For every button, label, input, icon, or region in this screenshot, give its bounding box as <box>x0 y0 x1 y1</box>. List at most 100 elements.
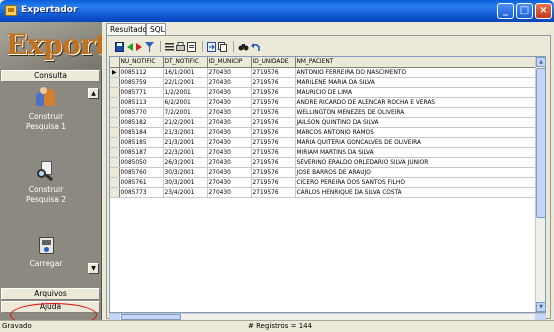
table-cell[interactable]: 16/1/2001 <box>163 67 208 78</box>
table-row[interactable]: 0085113 6/2/2001 270430 2719576 ANDRE RICARD… <box>110 97 536 108</box>
table-cell[interactable]: 2719576 <box>251 147 296 158</box>
table-cell[interactable]: 0085760 <box>119 167 164 178</box>
save-icon[interactable] <box>115 41 124 52</box>
scroll-up-arrow-icon[interactable]: ▲ <box>536 57 545 67</box>
row-indicator[interactable] <box>110 137 120 148</box>
table-cell[interactable]: 0085184 <box>119 127 164 138</box>
row-indicator[interactable] <box>110 87 120 98</box>
table-cell[interactable]: 2719576 <box>251 67 296 78</box>
row-indicator[interactable] <box>110 77 120 88</box>
table-row[interactable]: 0085771 1/2/2001 270430 2719576 MAURICIO DE … <box>110 87 536 98</box>
row-indicator[interactable] <box>110 147 120 158</box>
row-indicator[interactable] <box>110 97 120 108</box>
table-cell[interactable]: CARLOS HENRIQUE DA SILVA COSTA <box>295 187 536 198</box>
table-row[interactable]: 0085773 23/4/2001 270430 2719576 CARLOS HENR… <box>110 187 536 198</box>
undo-icon[interactable] <box>251 42 260 52</box>
table-cell[interactable]: 270430 <box>207 117 252 128</box>
grid-vertical-scrollbar[interactable]: ▲ ▼ <box>535 57 545 312</box>
table-cell[interactable]: JOSE BARROS DE ARAUJO <box>295 167 536 178</box>
table-row[interactable]: 0085770 7/2/2001 270430 2719576 WELLINGTON M… <box>110 107 536 118</box>
table-cell[interactable]: 22/1/2001 <box>163 77 208 88</box>
table-row[interactable]: 0085761 30/3/2001 270430 2719576 CICERO PERE… <box>110 177 536 188</box>
table-cell[interactable]: 270430 <box>207 167 252 178</box>
results-grid[interactable]: NU_NOTIFIC DT_NOTIFIC ID_MUNICIP ID_UNID… <box>109 56 546 313</box>
navigate-icon[interactable] <box>126 42 143 52</box>
table-cell[interactable]: 2719576 <box>251 167 296 178</box>
table-cell[interactable]: 0085761 <box>119 177 164 188</box>
table-cell[interactable]: 0085113 <box>119 97 164 108</box>
table-cell[interactable]: ANTONIO FERREIRA DO NASCIMENTO <box>295 67 536 78</box>
copy-icon[interactable] <box>218 41 227 52</box>
table-cell[interactable]: 22/3/2001 <box>163 147 208 158</box>
table-row[interactable]: 0085182 21/2/2001 270430 2719576 JAILSON QUI… <box>110 117 536 128</box>
row-indicator[interactable] <box>110 157 120 168</box>
table-cell[interactable]: CICERO PEREIRA DOS SANTOS FILHO <box>295 177 536 188</box>
consulta-group-button[interactable]: Consulta <box>1 70 100 82</box>
table-cell[interactable]: 270430 <box>207 147 252 158</box>
table-cell[interactable]: 270430 <box>207 157 252 168</box>
table-cell[interactable]: MARILENE MARIA DA SILVA <box>295 77 536 88</box>
column-header[interactable]: NU_NOTIFIC <box>119 57 164 68</box>
scroll-down-arrow-icon[interactable]: ▼ <box>536 302 545 312</box>
construir-pesquisa-1-button[interactable]: Construir Pesquisa 1 <box>1 87 91 132</box>
table-cell[interactable]: 2719576 <box>251 127 296 138</box>
maximize-button[interactable]: □ <box>516 3 533 19</box>
sidebar-scroll-down-button[interactable]: ▼ <box>88 263 99 274</box>
table-cell[interactable]: WELLINGTON MENEZES DE OLIVEIRA <box>295 107 536 118</box>
print-icon[interactable] <box>176 41 185 52</box>
table-cell[interactable]: 23/4/2001 <box>163 187 208 198</box>
binoculars-icon[interactable] <box>238 42 249 52</box>
tab-resultado[interactable]: Resultado <box>106 23 147 35</box>
scroll-thumb[interactable] <box>536 68 545 218</box>
table-cell[interactable]: 21/2/2001 <box>163 117 208 128</box>
table-cell[interactable]: MAURICIO DE LIMA <box>295 87 536 98</box>
sidebar-scroll-up-button[interactable]: ▲ <box>88 88 99 99</box>
row-indicator[interactable] <box>110 117 120 128</box>
table-cell[interactable]: 270430 <box>207 97 252 108</box>
table-cell[interactable]: 7/2/2001 <box>163 107 208 118</box>
table-cell[interactable]: 270430 <box>207 177 252 188</box>
row-indicator[interactable] <box>110 187 120 198</box>
table-cell[interactable]: 2719576 <box>251 107 296 118</box>
table-cell[interactable]: 270430 <box>207 107 252 118</box>
table-cell[interactable]: 0085771 <box>119 87 164 98</box>
table-cell[interactable]: 21/3/2001 <box>163 127 208 138</box>
title-bar[interactable]: Expertador _ □ × <box>0 0 554 22</box>
column-header[interactable]: NM_PACIENT <box>295 57 536 68</box>
table-cell[interactable]: 0085773 <box>119 187 164 198</box>
close-button[interactable]: × <box>535 3 552 19</box>
table-cell[interactable]: 0085770 <box>119 107 164 118</box>
table-cell[interactable]: 2719576 <box>251 177 296 188</box>
column-header[interactable]: ID_UNIDADE <box>251 57 296 68</box>
table-cell[interactable]: MARIA QUITERIA GONCALVES DE OLIVEIRA <box>295 137 536 148</box>
table-cell[interactable]: 30/3/2001 <box>163 177 208 188</box>
table-cell[interactable]: JAILSON QUINTINO DA SILVA <box>295 117 536 128</box>
table-row[interactable]: 0085050 26/3/2001 270430 2719576 SEVERINO ER… <box>110 157 536 168</box>
table-cell[interactable]: 2719576 <box>251 117 296 128</box>
table-cell[interactable]: 270430 <box>207 77 252 88</box>
table-cell[interactable]: 30/3/2001 <box>163 167 208 178</box>
table-row[interactable]: 0085760 30/3/2001 270430 2719576 JOSE BARROS… <box>110 167 536 178</box>
table-row[interactable]: ▶ 0085112 16/1/2001 270430 2719576 ANTONIO FE… <box>110 67 536 78</box>
table-cell[interactable]: 270430 <box>207 67 252 78</box>
table-row[interactable]: 0085759 22/1/2001 270430 2719576 MARILENE MA… <box>110 77 536 88</box>
table-cell[interactable]: 2719576 <box>251 137 296 148</box>
construir-pesquisa-2-button[interactable]: Construir Pesquisa 2 <box>1 160 91 205</box>
table-cell[interactable]: 270430 <box>207 87 252 98</box>
column-header[interactable]: ID_MUNICIP <box>207 57 252 68</box>
table-cell[interactable]: 1/2/2001 <box>163 87 208 98</box>
carregar-button[interactable]: Carregar <box>1 234 91 269</box>
row-indicator[interactable] <box>110 107 120 118</box>
table-cell[interactable]: 2719576 <box>251 157 296 168</box>
table-row[interactable]: 0085185 21/3/2001 270430 2719576 MARIA QUITE… <box>110 137 536 148</box>
table-cell[interactable]: MARCOS ANTONIO RAMOS <box>295 127 536 138</box>
report-icon[interactable] <box>187 41 196 52</box>
table-cell[interactable]: 270430 <box>207 187 252 198</box>
row-indicator[interactable] <box>110 167 120 178</box>
table-cell[interactable]: 2719576 <box>251 97 296 108</box>
export-icon[interactable] <box>207 41 216 52</box>
filter-icon[interactable] <box>145 41 154 52</box>
table-cell[interactable]: 0085182 <box>119 117 164 128</box>
table-cell[interactable]: 0085050 <box>119 157 164 168</box>
list-icon[interactable] <box>165 42 174 52</box>
